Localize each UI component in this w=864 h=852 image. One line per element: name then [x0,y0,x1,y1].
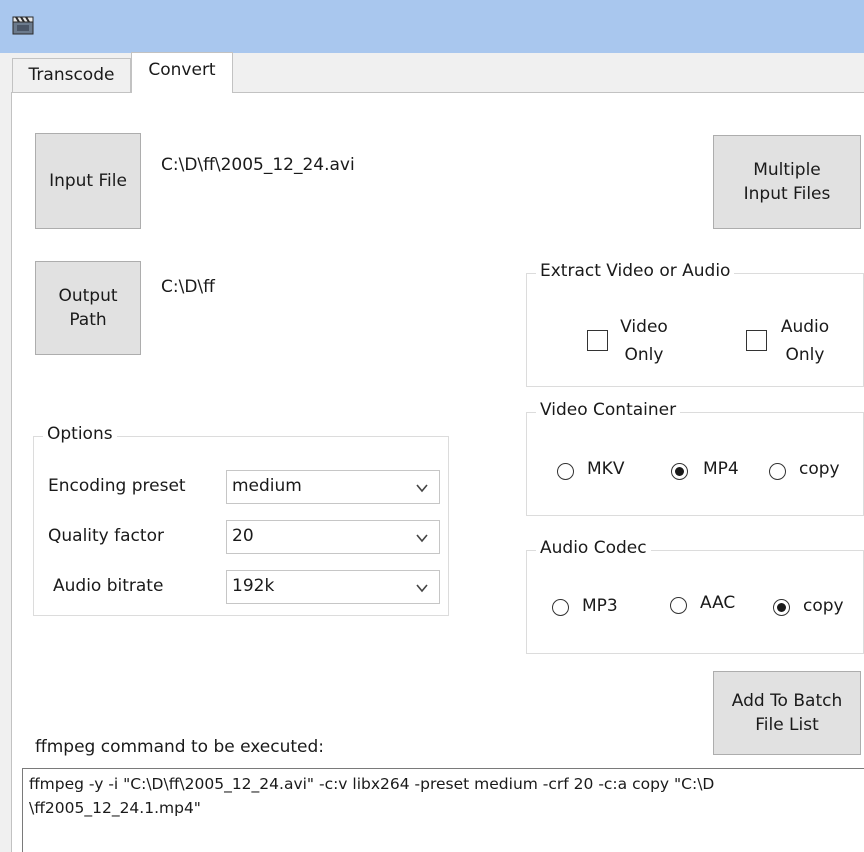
encoding-preset-label: Encoding preset [48,476,186,496]
audio-bitrate-value: 192k [232,576,275,596]
audio-only-label: Audio Only [780,317,830,365]
audio-codec-title: Audio Codec [536,538,651,558]
radio-mkv-label: MKV [587,459,625,479]
tab-transcode[interactable]: Transcode [12,58,131,92]
radio-mp4[interactable] [671,463,688,480]
radio-mkv[interactable] [557,463,574,480]
command-textbox[interactable]: ffmpeg -y -i "C:\D\ff\2005_12_24.avi" -c… [22,768,864,852]
output-path-button[interactable]: Output Path [35,261,141,355]
chevron-down-icon [416,584,428,593]
quality-factor-label: Quality factor [48,526,164,546]
chevron-down-icon [416,534,428,543]
quality-factor-value: 20 [232,526,254,546]
command-line-2: \ff2005_12_24.1.mp4" [29,799,201,817]
radio-audio-copy[interactable] [773,599,790,616]
radio-aac[interactable] [670,597,687,614]
encoding-preset-select[interactable]: medium [226,470,440,504]
chevron-down-icon [416,484,428,493]
output-path-value: C:\D\ff [161,277,215,297]
command-line-1: ffmpeg -y -i "C:\D\ff\2005_12_24.avi" -c… [29,775,715,793]
radio-mp3-label: MP3 [582,596,618,616]
radio-aac-label: AAC [700,593,736,613]
input-file-button[interactable]: Input File [35,133,141,229]
options-group-title: Options [43,424,117,444]
radio-mp4-label: MP4 [703,459,739,479]
video-only-label: Video Only [620,317,668,365]
add-to-batch-button[interactable]: Add To Batch File List [713,671,861,755]
input-file-path: C:\D\ff\2005_12_24.avi [161,155,355,175]
command-label: ffmpeg command to be executed: [35,737,325,757]
tab-convert[interactable]: Convert [131,52,233,93]
encoding-preset-value: medium [232,476,302,496]
audio-bitrate-label: Audio bitrate [53,576,164,596]
radio-mp3[interactable] [552,599,569,616]
quality-factor-select[interactable]: 20 [226,520,440,554]
radio-container-copy[interactable] [769,463,786,480]
multiple-input-files-button[interactable]: Multiple Input Files [713,135,861,229]
audio-only-checkbox[interactable] [746,330,767,351]
clapperboard-icon [12,16,34,35]
radio-audio-copy-label: copy [803,596,844,616]
video-only-checkbox[interactable] [587,330,608,351]
title-bar [0,0,864,53]
radio-container-copy-label: copy [799,459,840,479]
audio-bitrate-select[interactable]: 192k [226,570,440,604]
video-container-title: Video Container [536,400,681,420]
extract-group-title: Extract Video or Audio [536,261,735,281]
